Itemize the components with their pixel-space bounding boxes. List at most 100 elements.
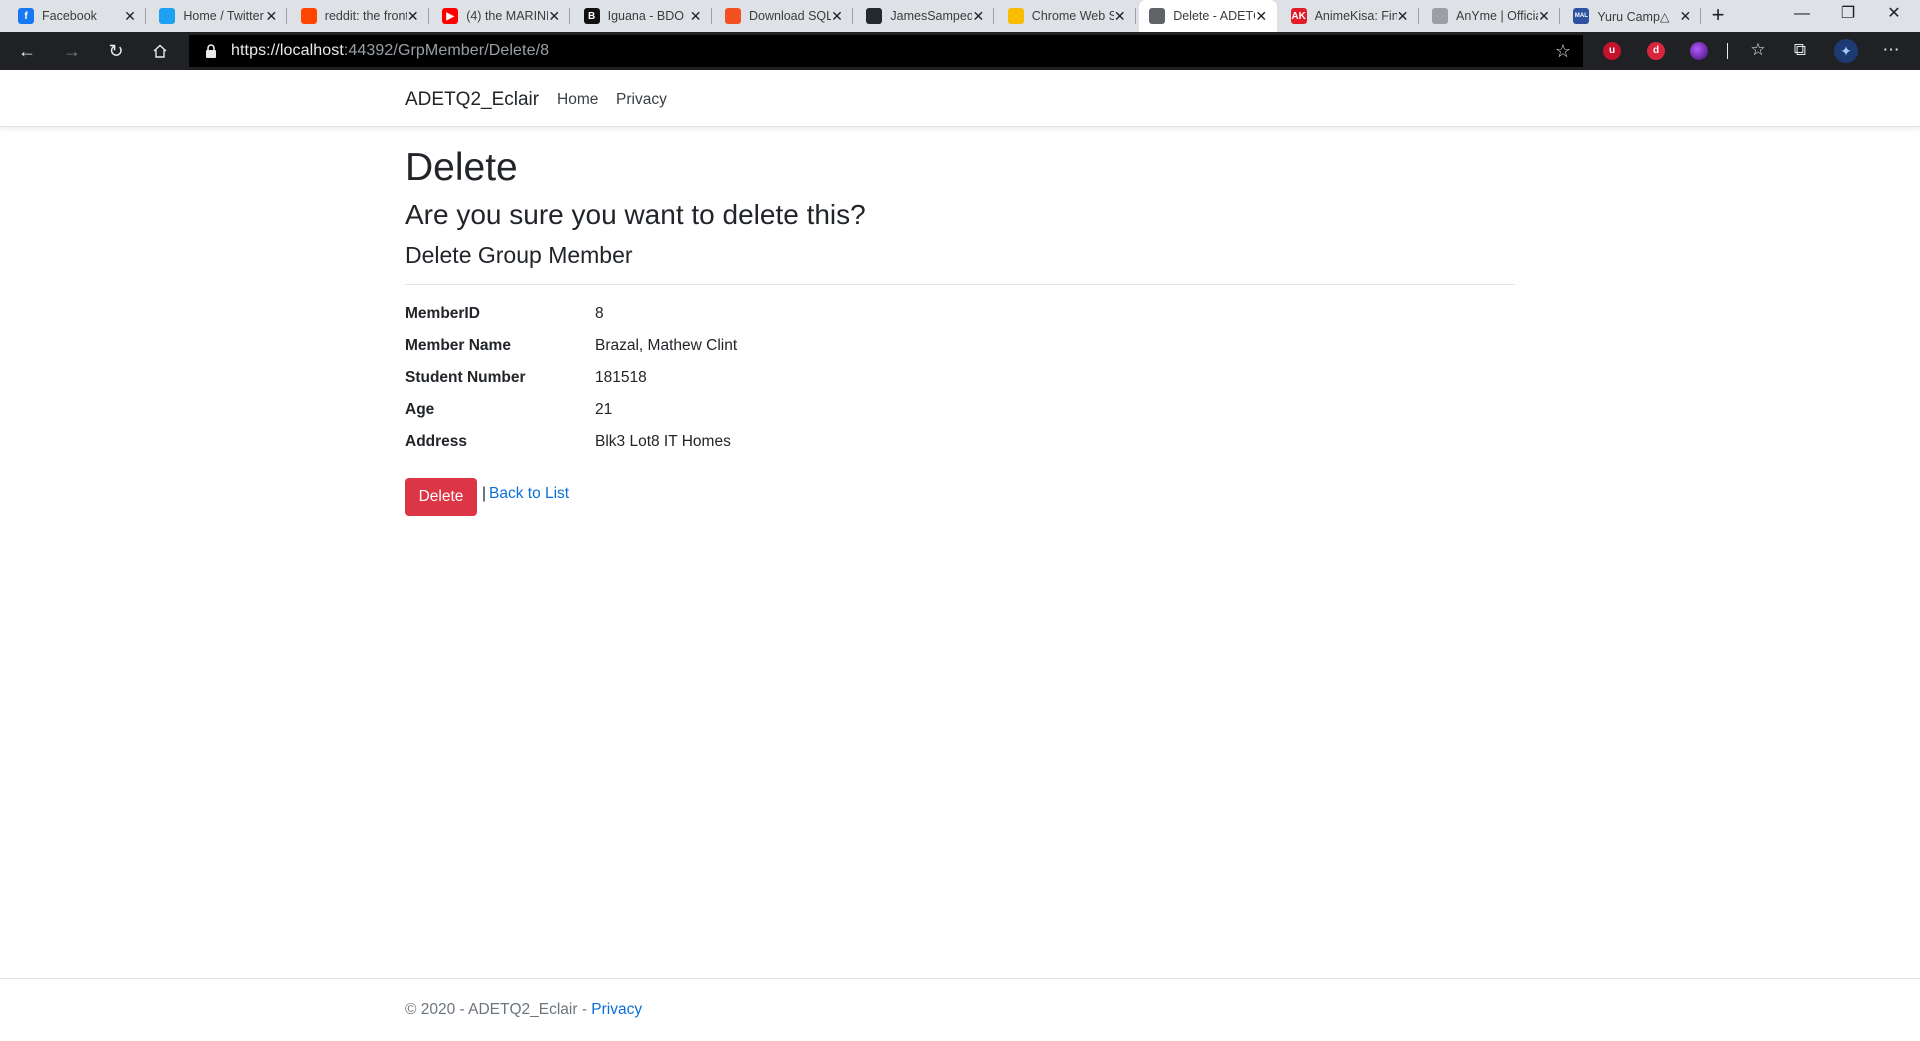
nav-link-privacy[interactable]: Privacy [616,91,667,109]
browser-tab[interactable]: ▶ (4) the MARINE ✕ [432,0,571,32]
profile-extension-icon[interactable] [1690,42,1708,60]
tab-close-icon[interactable]: ✕ [688,8,704,24]
tab-title: Facebook [42,9,97,23]
nav-link-home[interactable]: Home [557,91,598,109]
tab-separator [427,8,429,24]
browser-tab[interactable]: Chrome Web Store✕ [998,0,1136,32]
tab-title: Yuru Camp△ [1597,9,1670,24]
mal-icon: MAL [1573,8,1590,24]
blank-page-icon [1432,8,1448,24]
field-label-member-id: MemberID [405,305,480,322]
back-to-list-link[interactable]: Back to List [489,485,569,503]
tab-separator [710,8,712,24]
tab-separator [286,8,288,24]
favorites-icon[interactable]: ☆ [1747,40,1769,60]
bookmark-star-icon[interactable]: ☆ [1555,41,1571,62]
restore-button[interactable]: ❐ [1825,0,1871,30]
tab-close-icon[interactable]: ✕ [1112,8,1128,24]
footer-privacy-link[interactable]: Privacy [591,1001,642,1018]
toolbar-divider [1727,43,1728,59]
field-value-age: 21 [595,401,613,418]
field-label-student-number: Student Number [405,369,526,386]
field-label-member-name: Member Name [405,337,511,354]
tab-close-icon[interactable]: ✕ [263,8,279,24]
tab-close-icon[interactable]: ✕ [546,8,562,24]
tab-separator [145,8,146,24]
tab-title: Chrome Web Store [1031,9,1114,23]
confirm-question: Are you sure you want to delete this? [405,199,866,230]
url-path: :44392/GrpMember/Delete/8 [343,42,550,59]
bdo-icon: B [583,8,600,24]
minimize-button[interactable]: — [1779,0,1825,30]
site-footer: © 2020 - ADETQ2_Eclair - Privacy [0,978,1920,1041]
tab-title: (4) the MARINE [466,9,549,23]
browser-tab[interactable]: MAL Yuru Camp△ ✕ [1563,0,1702,32]
forward-icon[interactable]: → [60,39,84,63]
tab-close-icon[interactable]: ✕ [1536,8,1552,24]
page-icon [1149,8,1166,24]
browser-tab[interactable]: B Iguana - BDO ✕ [574,0,712,32]
collections-icon[interactable]: ⧉ [1789,40,1811,60]
tab-close-icon[interactable]: ✕ [1395,8,1411,24]
new-tab-button[interactable]: + [1706,4,1730,28]
field-label-age: Age [405,401,435,418]
youtube-icon: ▶ [442,8,459,24]
delete-button[interactable]: Delete [405,478,477,516]
home-icon[interactable] [148,39,172,63]
tab-separator [852,8,853,24]
browser-tab[interactable]: Delete - ADETQ2_Eclair✕ [1139,0,1278,32]
tab-close-icon[interactable]: ✕ [1677,8,1693,24]
tab-title: AnimeKisa: Find [1314,9,1397,23]
github-icon [866,8,883,24]
tab-title: AnYme | Official [1456,9,1538,23]
tab-close-icon[interactable]: ✕ [829,8,845,24]
url-host: https://localhost [231,42,344,59]
divider [405,284,1515,285]
adblock-extension-icon[interactable]: u [1603,42,1621,60]
more-options-icon[interactable]: ⋯ [1880,40,1902,60]
field-label-address: Address [405,433,468,450]
animekisa-icon: AK [1290,8,1307,24]
tab-strip: f Facebook ✕ Home / Twitter ✕ reddit: the fro… [0,0,1920,32]
tab-separator [993,8,995,24]
browser-tab[interactable]: Download SQL ✕ [715,0,853,32]
address-bar[interactable]: https://localhost:44392/GrpMember/Delete… [189,35,1583,67]
browser-tab[interactable]: AnYme | Official ✕ [1422,0,1560,32]
field-value-student-number: 181518 [595,369,647,386]
reddit-icon [300,8,317,24]
footer-text: © 2020 - ADETQ2_Eclair - Privacy [405,1001,642,1019]
site-brand-link[interactable]: ADETQ2_Eclair [405,89,539,111]
tab-separator [1134,8,1136,24]
reload-icon[interactable]: ↻ [104,39,128,63]
browser-toolbar: ← → ↻ https://localhost:44392/GrpMember/… [0,32,1920,70]
browser-tab[interactable]: AK AnimeKisa: Find ✕ [1281,0,1419,32]
tab-separator [1700,8,1702,24]
tab-separator [569,8,571,24]
extension-icon[interactable]: d [1647,42,1665,60]
section-subtitle: Delete Group Member [405,242,633,268]
browser-tab[interactable]: f Facebook ✕ [8,0,146,32]
tab-separator [1417,8,1419,24]
tab-title: Delete - ADETQ2_Eclair [1173,9,1255,23]
close-window-button[interactable]: ✕ [1871,0,1917,30]
field-value-member-name: Brazal, Mathew Clint [595,337,738,354]
tab-close-icon[interactable]: ✕ [1253,8,1269,24]
browser-tab[interactable]: Home / Twitter ✕ [149,0,288,32]
tab-close-icon[interactable]: ✕ [405,8,421,24]
microsoft-icon [725,8,741,24]
tab-title: Home / Twitter [183,9,264,23]
field-value-member-id: 8 [595,305,604,322]
tab-close-icon[interactable]: ✕ [970,8,986,24]
browser-tab[interactable]: JamesSampedro✕ [856,0,995,32]
field-value-address: Blk3 Lot8 IT Homes [595,433,731,450]
lock-icon [206,44,216,58]
profile-avatar[interactable]: ✦ [1834,39,1858,63]
tab-close-icon[interactable]: ✕ [122,8,138,24]
back-icon[interactable]: ← [15,39,39,63]
separator: | [482,485,487,502]
copyright-text: © 2020 - ADETQ2_Eclair - [405,1001,592,1018]
twitter-icon [159,8,176,24]
page-title: Delete [405,146,518,189]
tab-separator [1559,8,1560,24]
browser-tab[interactable]: reddit: the front page✕ [291,0,429,32]
